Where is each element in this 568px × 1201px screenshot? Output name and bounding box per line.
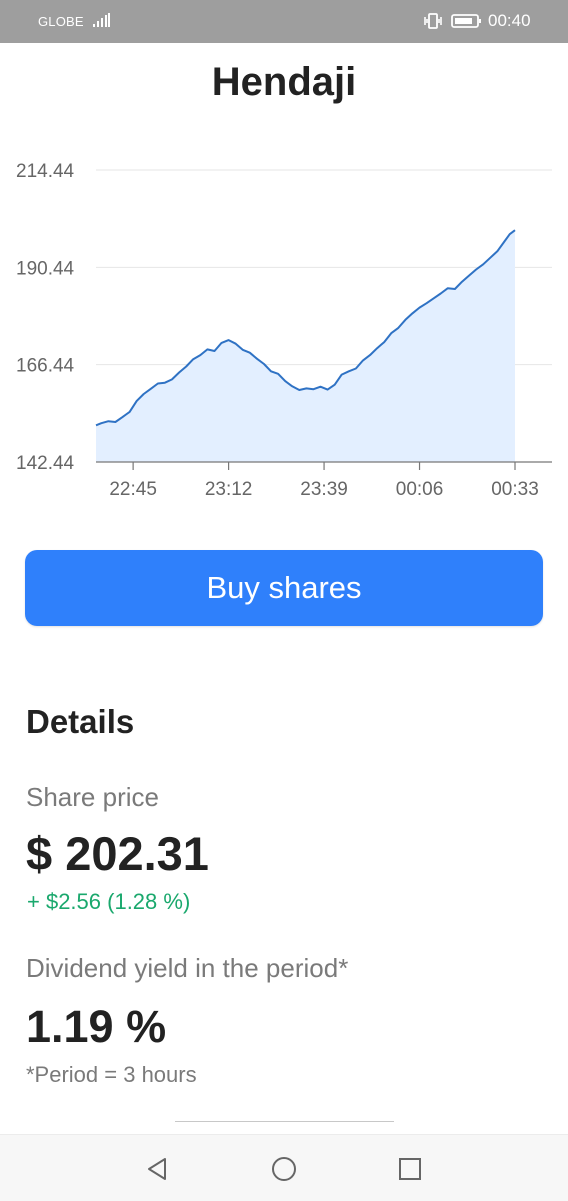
status-time: 00:40	[488, 11, 531, 30]
signal-icon	[92, 12, 110, 33]
recent-apps-icon[interactable]	[398, 1157, 422, 1186]
x-tick-label: 23:12	[205, 479, 253, 500]
details-heading: Details	[26, 703, 135, 740]
share-price-value: $ 202.31	[26, 827, 209, 880]
x-tick-label: 23:39	[300, 479, 348, 500]
carrier-name: GLOBE	[38, 14, 84, 29]
x-tick-label: 00:33	[491, 479, 539, 500]
vibrate-icon	[423, 12, 443, 35]
y-tick-label: 142.44	[16, 453, 75, 474]
home-icon[interactable]	[270, 1155, 298, 1188]
y-tick-label: 214.44	[16, 161, 75, 182]
x-tick-label: 00:06	[396, 479, 444, 500]
series-area	[96, 230, 515, 462]
dividend-yield-label: Dividend yield in the period*	[26, 953, 349, 983]
back-icon[interactable]	[144, 1156, 170, 1187]
status-bar: GLOBE 00:40	[0, 0, 568, 43]
x-tick-label: 22:45	[109, 479, 157, 500]
y-tick-label: 190.44	[16, 258, 75, 279]
period-footnote: *Period = 3 hours	[26, 1062, 197, 1087]
navigation-bar	[0, 1134, 568, 1201]
buy-shares-button[interactable]: Buy shares	[25, 550, 543, 626]
page-title: Hendaji	[211, 60, 357, 104]
divider	[175, 1121, 394, 1122]
battery-icon	[451, 13, 483, 34]
dividend-yield-value: 1.19 %	[26, 1001, 167, 1052]
price-chart: 214.44 190.44 166.44 142.44 22:45 23:12 23:39 0…	[16, 161, 552, 500]
y-tick-label: 166.44	[16, 356, 75, 377]
share-price-label: Share price	[26, 782, 159, 812]
price-change: + $2.56 (1.28 %)	[27, 889, 191, 914]
